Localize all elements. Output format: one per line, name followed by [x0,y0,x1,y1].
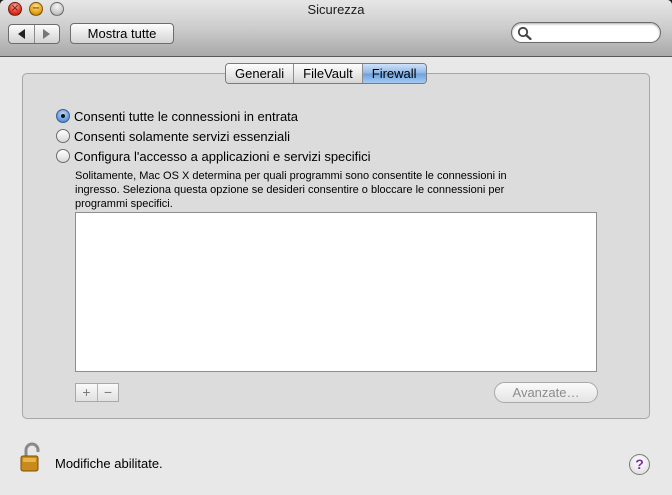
arrow-left-icon [17,29,25,39]
option-specific-apps-row[interactable]: Configura l'accesso a applicazioni e ser… [56,147,371,165]
option-essential-services-row[interactable]: Consenti solamente servizi essenziali [56,127,290,145]
tab-general[interactable]: Generali [226,64,294,83]
firewall-description: Solitamente, Mac OS X determina per qual… [75,169,575,211]
preferences-window: × − Sicurezza Mostra tutte Generali File… [0,0,672,495]
search-field[interactable] [511,22,661,43]
show-all-button[interactable]: Mostra tutte [70,23,174,44]
application-list[interactable] [75,212,597,372]
help-icon: ? [635,456,644,472]
radio-label-allow-all: Consenti tutte le connessioni in entrata [74,108,299,124]
navigation-segmented-control [8,24,60,44]
title-toolbar: × − Sicurezza Mostra tutte [0,0,672,57]
tab-bar: Generali FileVault Firewall [225,63,427,84]
tab-firewall[interactable]: Firewall [361,64,426,83]
back-button[interactable] [9,25,34,43]
radio-label-specific-apps: Configura l'accesso a applicazioni e ser… [74,148,371,164]
unlocked-padlock-icon[interactable] [20,442,48,474]
radio-allow-all[interactable] [56,109,70,123]
window-title: Sicurezza [307,2,365,17]
description-line: Solitamente, Mac OS X determina per qual… [75,170,507,182]
remove-application-button[interactable]: − [96,384,118,401]
description-line: ingresso. Seleziona questa opzione se de… [75,184,505,196]
advanced-button[interactable]: Avanzate… [494,382,598,403]
radio-label-essential-services: Consenti solamente servizi essenziali [74,128,291,144]
search-input[interactable] [534,25,654,40]
help-button[interactable]: ? [629,454,650,475]
arrow-right-icon [43,29,51,39]
radio-essential-services[interactable] [56,129,70,143]
add-application-button[interactable]: + [76,384,97,401]
search-icon [517,26,532,40]
add-remove-control: + − [75,383,119,402]
description-line: programmi specifici. [75,198,173,210]
option-allow-all-row[interactable]: Consenti tutte le connessioni in entrata [56,107,298,125]
lock-status-text: Modifiche abilitate. [55,456,163,471]
forward-button[interactable] [33,25,59,43]
tab-filevault[interactable]: FileVault [293,64,362,83]
radio-specific-apps[interactable] [56,149,70,163]
